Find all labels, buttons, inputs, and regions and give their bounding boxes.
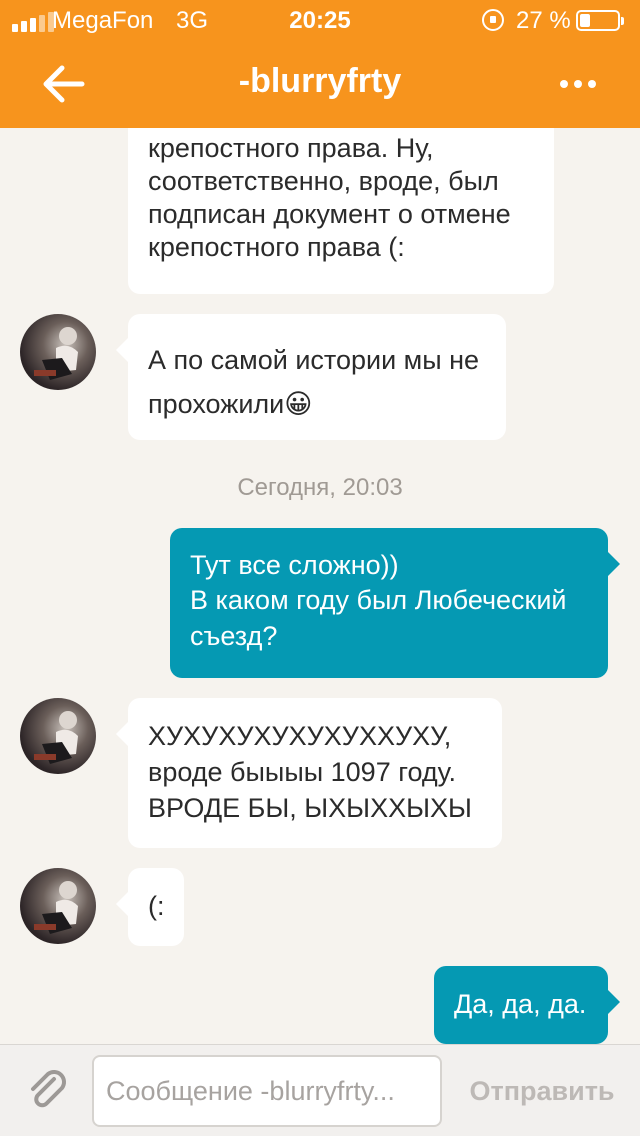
- message-line: А по самой истории мы не: [148, 345, 480, 375]
- message-line: подписан документ о отмене: [148, 199, 511, 229]
- outgoing-message[interactable]: Да, да, да.: [434, 966, 620, 1044]
- message-input[interactable]: [92, 1055, 442, 1127]
- send-button[interactable]: Отправить: [454, 1057, 630, 1125]
- dot-icon: [574, 80, 582, 88]
- paperclip-icon: [31, 1070, 66, 1108]
- attach-button[interactable]: [24, 1067, 70, 1113]
- message-composer: Отправить: [0, 1044, 640, 1136]
- dot-icon: [560, 80, 568, 88]
- battery-icon: [576, 10, 624, 31]
- message-line: ВРОДЕ БЫ, ЫХЫХХЫХЫ: [148, 793, 472, 823]
- app-header: MegaFon 3G 20:25 27 % -blurryfrty: [0, 0, 640, 128]
- incoming-message[interactable]: (:: [116, 868, 184, 946]
- user-photo-icon: [34, 327, 78, 380]
- avatar[interactable]: [20, 698, 96, 774]
- message-line: прохожили😀: [148, 389, 313, 419]
- message-line: ХУХУХУХУХУХУХХУХУ,: [148, 721, 452, 751]
- more-options-button[interactable]: [552, 62, 604, 106]
- message-line: соответственно, вроде, был: [148, 166, 499, 196]
- user-photo-icon: [34, 881, 78, 934]
- user-photo-icon: [34, 711, 78, 764]
- incoming-message[interactable]: А по самой истории мы не прохожили😀: [116, 314, 506, 440]
- incoming-message[interactable]: крепостного права. Ну, соответственно, в…: [128, 128, 554, 294]
- message-line: (:: [148, 891, 165, 921]
- avatar[interactable]: [20, 314, 96, 390]
- dot-icon: [588, 80, 596, 88]
- message-line: вроде быыыы 1097 году.: [148, 757, 456, 787]
- avatar[interactable]: [20, 868, 96, 944]
- message-line: съезд?: [190, 621, 278, 651]
- incoming-message[interactable]: ХУХУХУХУХУХУХХУХУ, вроде быыыы 1097 году…: [116, 698, 502, 848]
- battery-percent: 27 %: [516, 7, 571, 34]
- message-line: Да, да, да.: [454, 989, 587, 1019]
- outgoing-message[interactable]: Тут все сложно)) В каком году был Любече…: [170, 528, 620, 678]
- message-line: Тут все сложно)): [190, 550, 399, 580]
- message-line: В каком году был Любеческий: [190, 585, 567, 615]
- message-line: крепостного права. Ну,: [148, 133, 434, 163]
- message-list[interactable]: крепостного права. Ну, соответственно, в…: [0, 128, 640, 1044]
- message-line: крепостного права (:: [148, 232, 405, 262]
- date-separator: Сегодня, 20:03: [237, 474, 403, 501]
- chat-title: -blurryfrty: [238, 62, 402, 100]
- status-bar: MegaFon 3G 20:25 27 %: [0, 0, 640, 40]
- rotation-lock-icon: [482, 9, 504, 31]
